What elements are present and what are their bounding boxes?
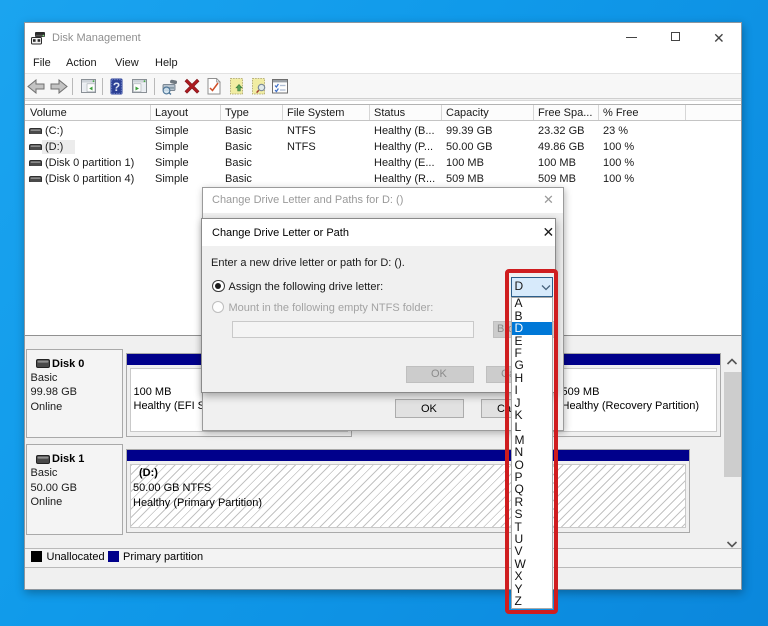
svg-text:?: ? (112, 80, 119, 94)
